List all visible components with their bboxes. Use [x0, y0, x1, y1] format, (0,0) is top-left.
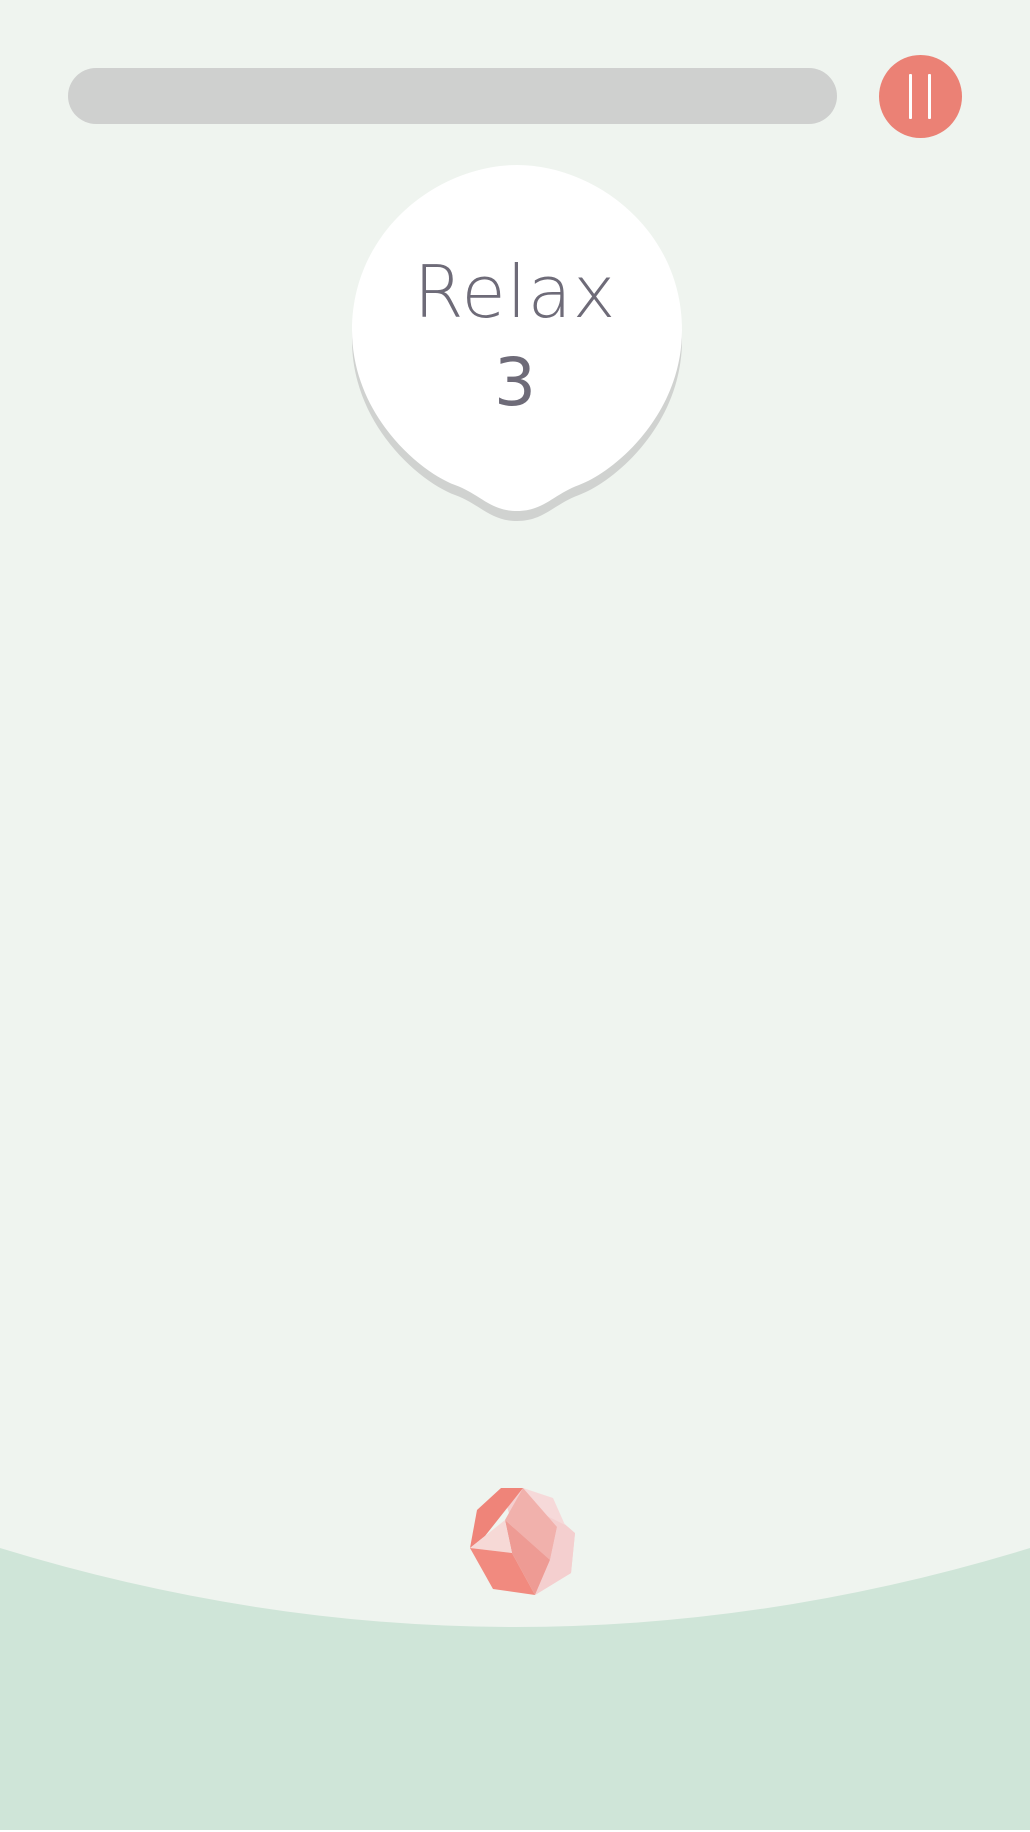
game-screen: Relax 3: [0, 0, 1030, 1830]
gem-icon: [470, 1488, 575, 1595]
